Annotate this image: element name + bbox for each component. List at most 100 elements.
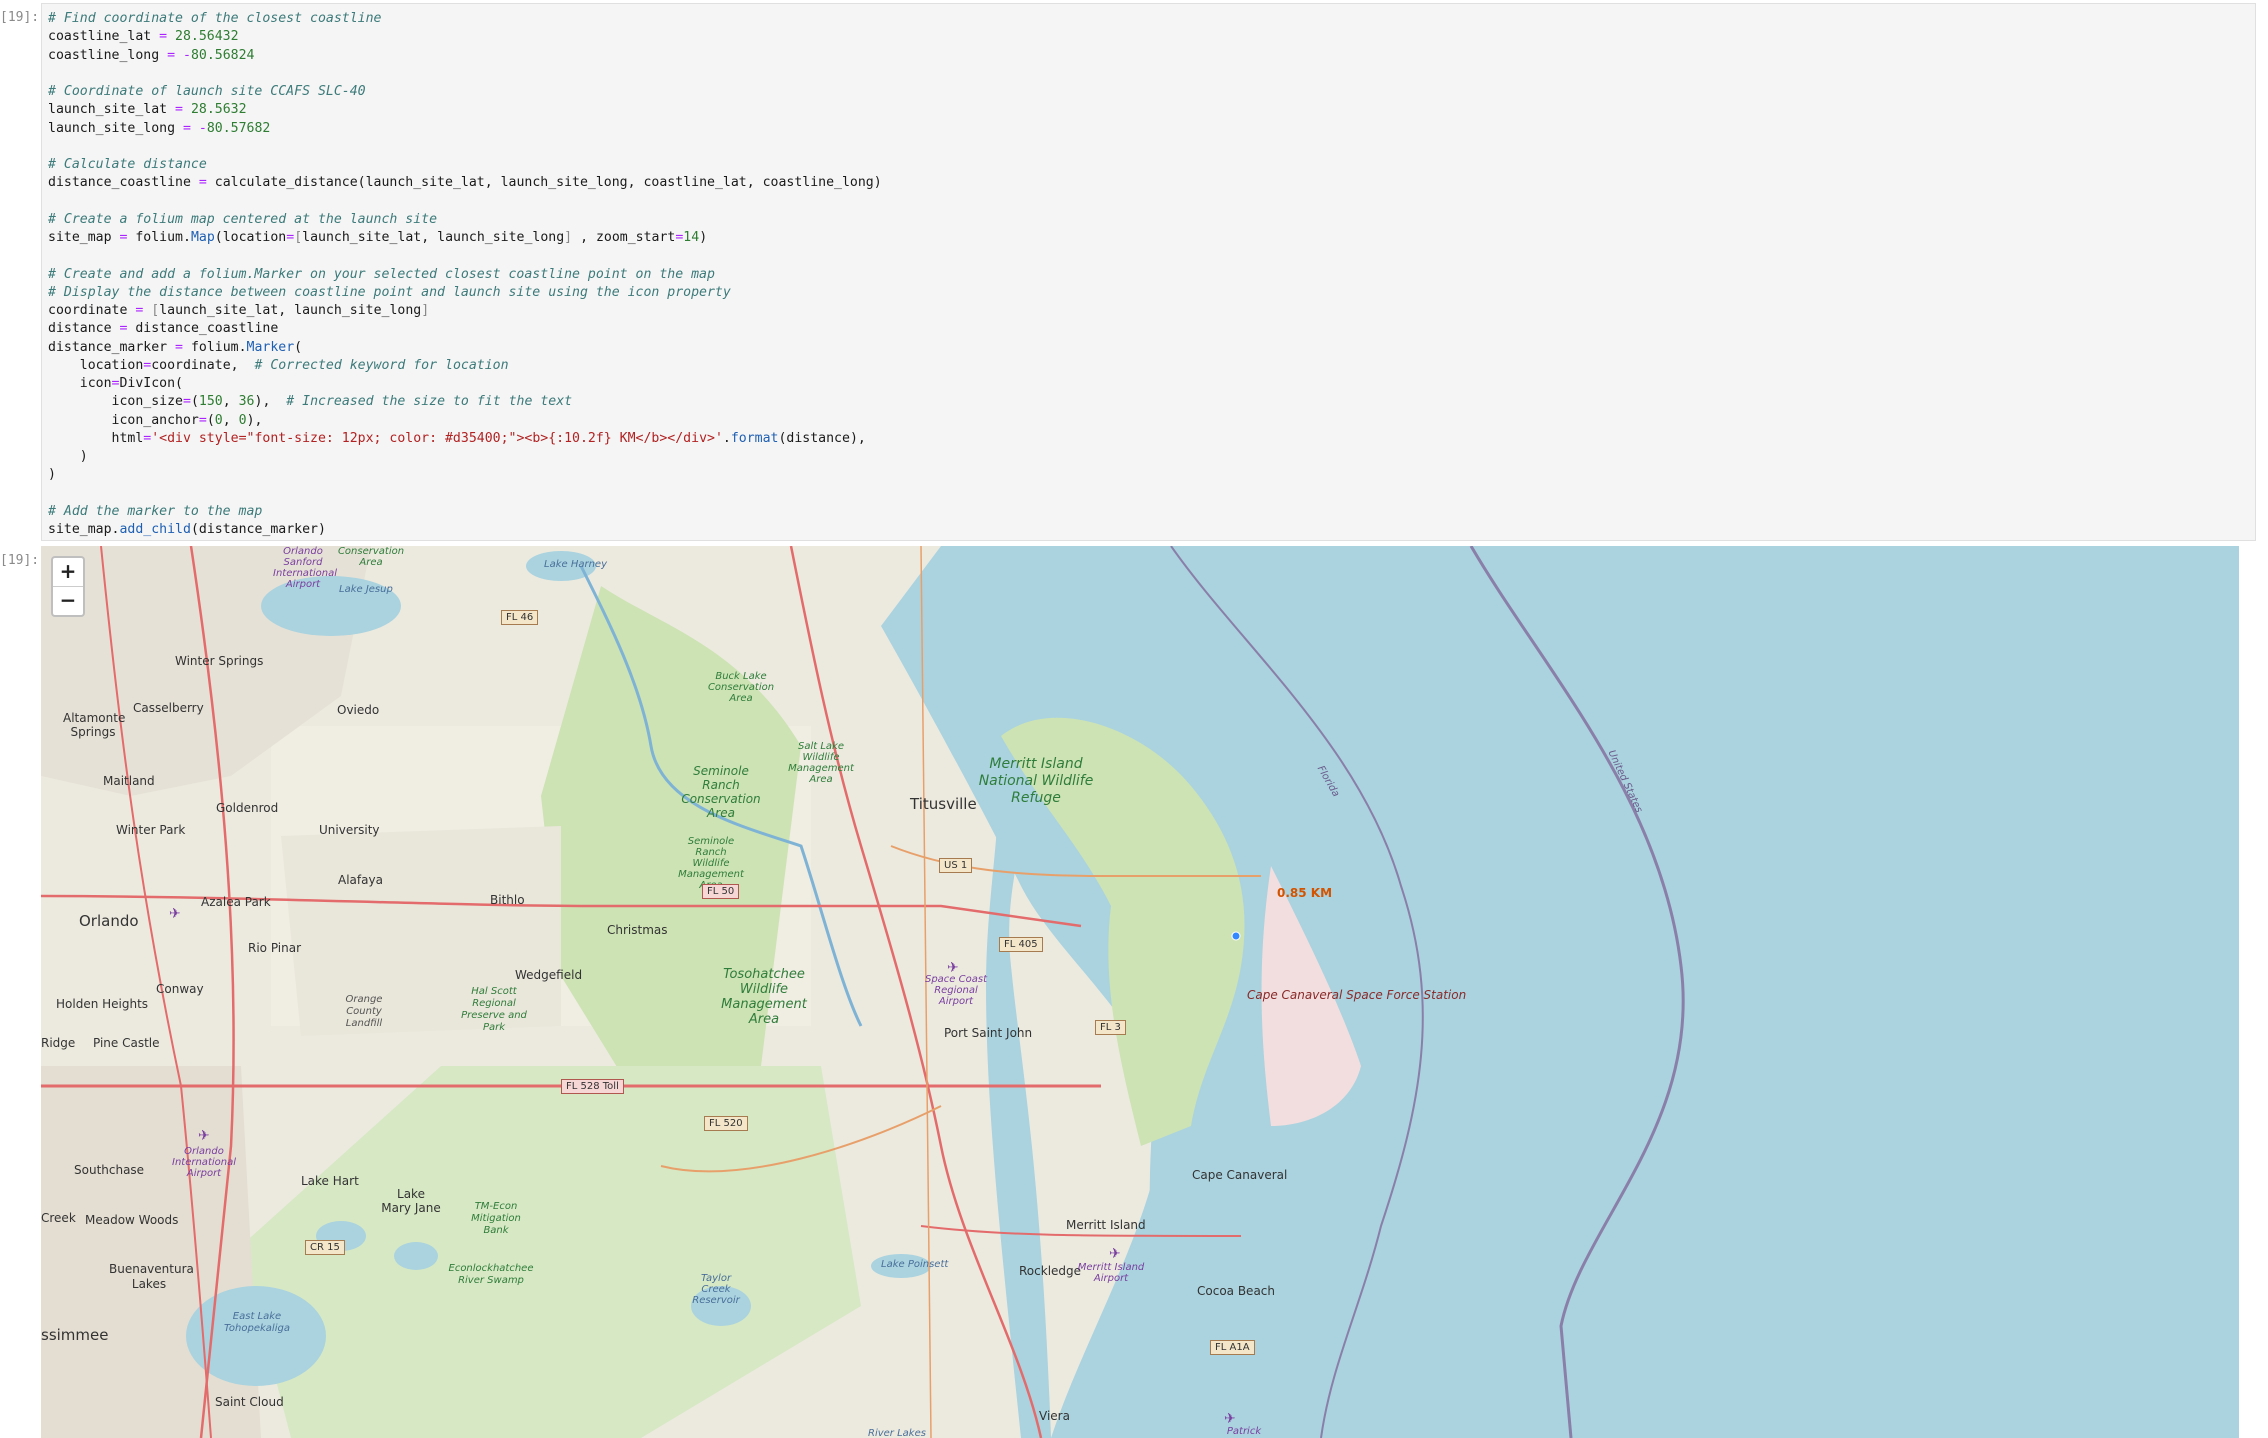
city-label: Pine Castle <box>93 1036 160 1050</box>
code-line: site_map = folium.Map(location=[launch_s… <box>48 230 708 245</box>
city-label: Winter Park <box>116 823 186 837</box>
code-line: ) <box>48 467 56 483</box>
code-line: location=coordinate, # Corrected keyword… <box>48 357 509 373</box>
road-shield: FL 46 <box>501 610 539 625</box>
park-label: TM-Econ Mitigation Bank <box>471 1201 521 1236</box>
code-line: html='<div style="font-size: 12px; color… <box>48 430 866 446</box>
code-line: # Display the distance between coastline… <box>48 284 731 300</box>
water-label: Lake Poinsett <box>881 1259 949 1270</box>
city-label: Meadow Woods <box>85 1213 179 1227</box>
airport-label: Orlando Sanford International Airport <box>273 546 337 590</box>
code-line: site_map.add_child(distance_marker) <box>48 522 326 537</box>
code-cell[interactable]: # Find coordinate of the closest coastli… <box>41 3 2256 541</box>
park-label: Econlockhatchee River Swamp <box>448 1263 534 1286</box>
airplane-icon: ✈ <box>169 906 181 922</box>
city-label: Maitland <box>103 774 155 788</box>
code-line: ) <box>48 449 88 464</box>
city-label: Casselberry <box>133 701 204 715</box>
code-editor[interactable]: # Find coordinate of the closest coastli… <box>42 4 2255 539</box>
road-shield: US 1 <box>939 858 973 873</box>
city-label: Oviedo <box>337 703 380 717</box>
airplane-icon: ✈ <box>1109 1246 1121 1262</box>
airplane-icon: ✈ <box>1224 1411 1236 1427</box>
code-line: launch_site_lat = 28.5632 <box>48 102 247 118</box>
road-shield: FL 3 <box>1095 1020 1126 1035</box>
airport-label: Merritt Island Airport <box>1077 1262 1145 1284</box>
city-label: University <box>319 823 380 837</box>
road-shield: FL 520 <box>704 1116 748 1131</box>
park-label: Salt Lake Wildlife Management Area <box>788 741 854 785</box>
zoom-control[interactable]: + − <box>51 556 85 617</box>
city-label: Conway <box>156 982 204 996</box>
code-line: distance_coastline = calculate_distance(… <box>48 175 882 191</box>
code-line: # Find coordinate of the closest coastli… <box>48 11 382 26</box>
code-line: coastline_long = -80.56824 <box>48 47 255 63</box>
code-line: # Add the marker to the map <box>48 503 263 519</box>
park-label: Merritt Island National Wildlife Refuge <box>978 756 1094 806</box>
city-label: Buenaventura Lakes <box>109 1262 194 1291</box>
output-prompt: [19]: <box>0 553 40 568</box>
airport-label: Orlando International Airport <box>172 1146 236 1179</box>
city-label: Christmas <box>607 923 668 937</box>
code-line: launch_site_long = -80.57682 <box>48 120 271 136</box>
city-label: ssimmee <box>41 1326 109 1344</box>
road-shield: FL 405 <box>999 937 1043 952</box>
code-line: # Create a folium map centered at the la… <box>48 211 438 227</box>
road-shield: FL A1A <box>1210 1340 1255 1355</box>
zoom-out-button[interactable]: − <box>53 586 83 615</box>
input-prompt: [19]: <box>0 10 40 25</box>
park-label: Conservation Area <box>337 546 405 568</box>
city-label: Lake Hart <box>301 1174 359 1188</box>
code-line: distance = distance_coastline <box>48 321 279 337</box>
city-label: Port Saint John <box>944 1026 1033 1040</box>
city-label: Saint Cloud <box>215 1395 284 1409</box>
park-label: Buck Lake Conservation Area <box>707 671 775 704</box>
code-line: icon_size=(150, 36), # Increased the siz… <box>48 394 573 410</box>
airplane-icon: ✈ <box>198 1128 210 1144</box>
park-label: Seminole Ranch Conservation Area <box>681 764 761 820</box>
code-line: distance_marker = folium.Marker( <box>48 339 303 355</box>
city-label: Titusville <box>910 795 977 813</box>
city-label: Southchase <box>74 1163 145 1177</box>
code-line: coastline_lat = 28.56432 <box>48 29 239 45</box>
road-shield: FL 50 <box>702 884 740 899</box>
airport-label: Patrick <box>1226 1426 1262 1437</box>
water-label: Lake Harney <box>544 559 607 570</box>
park-label: Seminole Ranch Wildlife Management Area <box>678 836 744 891</box>
city-label: Altamonte Springs <box>63 711 126 739</box>
zoom-in-button[interactable]: + <box>53 558 83 586</box>
city-label: Winter Springs <box>175 654 264 668</box>
city-label: Cape Canaveral <box>1192 1168 1288 1182</box>
city-label: Rio Pinar <box>248 941 302 955</box>
code-line: # Create and add a folium.Marker on your… <box>48 266 715 282</box>
water-label: Lake Jesup <box>339 584 393 595</box>
map-tiles <box>41 546 2239 1438</box>
city-label: Merritt Island <box>1066 1218 1146 1232</box>
airplane-icon: ✈ <box>947 960 959 976</box>
folium-map[interactable]: + − Orlando Titusville Winter Springs Ca… <box>41 546 2239 1438</box>
code-line: coordinate = [launch_site_lat, launch_si… <box>48 303 430 318</box>
city-label: Orlando <box>79 912 139 930</box>
water-label: East Lake Tohopekaliga <box>224 1311 290 1334</box>
city-label: Goldenrod <box>216 801 279 815</box>
city-label: Bithlo <box>490 893 525 907</box>
road-shield: FL 528 Toll <box>561 1079 624 1094</box>
code-line: icon=DivIcon( <box>48 376 184 391</box>
city-label: Azalea Park <box>201 895 271 909</box>
city-label: Creek <box>41 1211 76 1225</box>
code-line: icon_anchor=(0, 0), <box>48 412 263 428</box>
city-label: Holden Heights <box>56 997 149 1011</box>
code-line: # Coordinate of launch site CCAFS SLC-40 <box>48 84 366 99</box>
park-label: Hal Scott Regional Preserve and Park <box>461 986 527 1033</box>
distance-marker[interactable]: 0.85 KM <box>1277 886 1332 900</box>
city-label: Cocoa Beach <box>1197 1284 1275 1298</box>
city-label: Wedgefield <box>515 968 583 982</box>
city-label: Viera <box>1039 1409 1070 1423</box>
city-label: Rockledge <box>1019 1264 1082 1278</box>
airport-label: Space Coast Regional Airport <box>924 974 987 1007</box>
park-label: Orange County Landfill <box>345 994 383 1029</box>
